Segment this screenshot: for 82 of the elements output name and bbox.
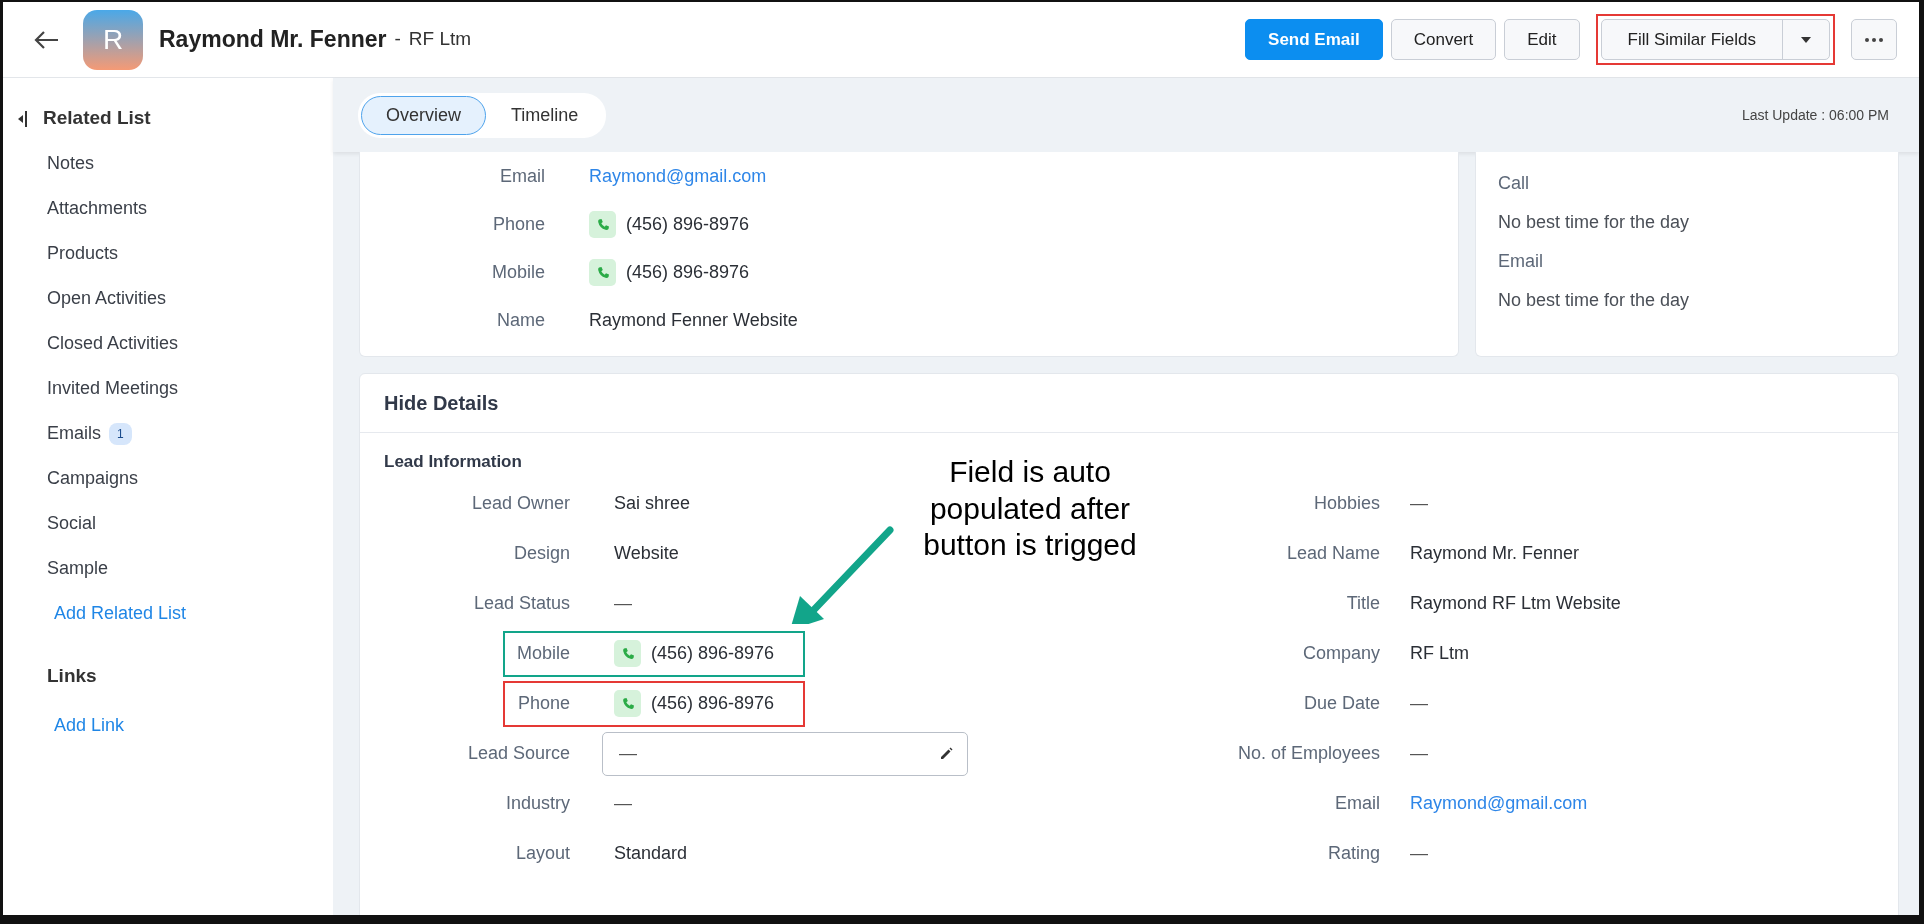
field-label: Mobile (516, 643, 570, 663)
sidebar-item[interactable]: Emails (47, 420, 101, 447)
section-heading: Lead Information (384, 452, 522, 471)
annotation-text: Field is auto populated after button is trigged (922, 454, 1138, 564)
field-label: Phone (492, 213, 545, 234)
section-toggle[interactable]: Hide Details (360, 374, 1898, 433)
field-label: Lead Owner (471, 493, 570, 513)
back-arrow-icon[interactable] (33, 29, 59, 50)
record-name: Raymond Mr. Fenner (159, 25, 387, 55)
field-label: Name (497, 309, 545, 330)
sidebar-item[interactable]: Invited Meetings (47, 375, 179, 402)
field-value: Website (614, 542, 679, 565)
field-value: — (614, 792, 632, 815)
field-label: Lead Status (473, 593, 570, 613)
field-value: — (1410, 842, 1428, 865)
field-value: (456) 896-8976 (651, 692, 775, 715)
more-button[interactable] (1851, 18, 1897, 61)
header-button[interactable]: Edit (1504, 18, 1580, 61)
links-heading: Links (47, 664, 97, 689)
field-label: Mobile (491, 261, 545, 282)
field-label: Email (1498, 250, 1544, 273)
field-label: Due Date (1303, 693, 1380, 713)
phone-icon[interactable] (589, 258, 616, 286)
email-link[interactable]: Raymond@gmail.com (589, 162, 767, 190)
more-icon (1864, 37, 1884, 44)
sidebar-item[interactable]: Social (47, 510, 97, 537)
field-value: (456) 896-8976 (626, 212, 750, 236)
sidebar-item[interactable]: Products (47, 240, 119, 267)
field-label: Hobbies (1313, 493, 1380, 513)
field-label: No. of Employees (1237, 743, 1380, 763)
field-value: — (614, 592, 632, 615)
field-value: No best time for the day (1498, 289, 1691, 312)
field-label: Rating (1327, 843, 1380, 863)
field-value: Raymond Mr. Fenner (1410, 542, 1580, 565)
field-value: (456) 896-8976 (651, 642, 775, 665)
header-button[interactable]: Convert (1390, 18, 1497, 61)
avatar: R (83, 9, 143, 70)
add-related-link[interactable]: Add Related List (47, 600, 187, 627)
company-name: RF Ltm (408, 27, 472, 52)
count-badge: 1 (109, 422, 132, 445)
field-value: No best time for the day (1498, 211, 1691, 234)
field-label: Layout (515, 843, 570, 863)
sidebar-item[interactable]: Attachments (47, 195, 148, 222)
phone-icon[interactable] (614, 640, 641, 667)
sidebar-item[interactable]: Open Activities (47, 285, 167, 312)
field-value: Standard (614, 842, 688, 865)
tab[interactable]: Timeline (486, 95, 604, 135)
field-value: (456) 896-8976 (626, 260, 750, 284)
field-value: — (1410, 692, 1428, 715)
sidebar-item[interactable]: Closed Activities (47, 330, 179, 357)
sidebar-heading: Related List (43, 106, 151, 131)
field-label: Call (1498, 172, 1530, 195)
caret-icon (1801, 37, 1811, 44)
field-label: Email (1335, 793, 1380, 813)
field-value: Raymond Fenner Website (589, 308, 798, 332)
field-label: Industry (505, 793, 570, 813)
phone-icon[interactable] (614, 690, 641, 717)
input-field[interactable]: — (602, 731, 968, 776)
field-label: Phone (517, 693, 570, 713)
field-label: Title (1346, 593, 1380, 613)
field-value: — (1410, 742, 1428, 765)
add-link[interactable]: Add Link (47, 712, 125, 739)
tab[interactable]: Overview (361, 95, 486, 135)
sidebar-item[interactable]: Campaigns (47, 465, 139, 492)
field-label: Lead Name (1286, 543, 1380, 563)
lead-source-input[interactable]: — (617, 739, 917, 768)
collapse-icon[interactable] (17, 109, 27, 128)
separator: - (394, 27, 401, 52)
email-link[interactable]: Raymond@gmail.com (1410, 790, 1588, 817)
sidebar-item[interactable]: Notes (47, 150, 95, 177)
pencil-icon[interactable] (939, 746, 953, 761)
field-label: Design (513, 543, 570, 563)
last-update-text: Last Update : 06:00 PM (1741, 105, 1889, 125)
field-label: Company (1302, 643, 1380, 663)
field-label: Lead Source (467, 743, 570, 763)
field-value: Sai shree (614, 492, 691, 515)
field-value: RF Ltm (1410, 642, 1469, 665)
phone-icon[interactable] (589, 210, 616, 238)
field-label: Email (500, 165, 545, 186)
sidebar-item[interactable]: Sample (47, 555, 109, 582)
field-value: Raymond RF Ltm Website (1410, 592, 1621, 615)
field-value: — (1410, 492, 1428, 515)
